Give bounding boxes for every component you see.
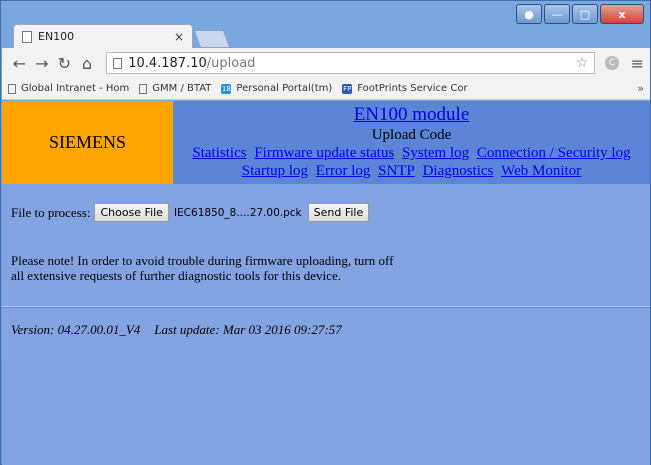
menu-icon[interactable]: ≡ bbox=[631, 54, 644, 73]
tab-title: EN100 bbox=[38, 30, 75, 43]
new-tab-button[interactable] bbox=[193, 30, 231, 48]
bookmark-item[interactable]: 18 Personal Portal(tm) bbox=[221, 83, 332, 94]
link-statistics[interactable]: Statistics bbox=[192, 145, 246, 161]
extension-icon[interactable]: C bbox=[605, 56, 619, 70]
module-title-link[interactable]: EN100 module bbox=[173, 104, 650, 126]
url-path: /upload bbox=[206, 55, 256, 71]
note-line: all extensive requests of further diagno… bbox=[11, 268, 341, 283]
maximize-button[interactable]: □ bbox=[572, 4, 598, 24]
version-info: Version: 04.27.00.01_V4 Last update: Mar … bbox=[2, 322, 650, 338]
footprints-icon: FP bbox=[342, 83, 353, 94]
bookmark-label: Global Intranet - Hom bbox=[21, 83, 130, 94]
window-controls: ● — □ x bbox=[516, 4, 644, 24]
nav-links-row2: Startup log Error log SNTP Diagnostics W… bbox=[173, 162, 650, 180]
home-icon[interactable]: ⌂ bbox=[76, 54, 99, 73]
page-content: SIEMENS EN100 module Upload Code Statist… bbox=[2, 101, 650, 465]
file-label: File to process: bbox=[11, 204, 91, 220]
close-window-button[interactable]: x bbox=[600, 4, 644, 24]
minimize-button[interactable]: — bbox=[544, 4, 570, 24]
bookmarks-overflow-icon[interactable]: » bbox=[637, 82, 644, 95]
bookmark-item[interactable]: Global Intranet - Hom bbox=[8, 83, 129, 94]
page-icon bbox=[22, 30, 32, 43]
selected-file-name: IEC61850_8....27.00.pck bbox=[173, 206, 302, 219]
note-line: Please note! In order to avoid trouble d… bbox=[11, 253, 394, 268]
link-sntp[interactable]: SNTP bbox=[378, 163, 415, 179]
link-connection-security-log[interactable]: Connection / Security log bbox=[477, 145, 631, 161]
bookmark-label: FootPrints Service Cor bbox=[357, 83, 468, 94]
siemens-logo: SIEMENS bbox=[2, 101, 173, 184]
link-startup-log[interactable]: Startup log bbox=[242, 163, 308, 179]
last-update-text: Last update: Mar 03 2016 09:27:57 bbox=[154, 322, 342, 337]
bookmark-item[interactable]: FP FootPrints Service Cor bbox=[342, 83, 468, 94]
close-tab-icon[interactable]: × bbox=[174, 30, 184, 44]
browser-window: ● — □ x EN100 × ← → ↻ ⌂ 10.4.187.10/uplo… bbox=[0, 0, 651, 465]
link-error-log[interactable]: Error log bbox=[316, 163, 371, 179]
bookmark-label: Personal Portal(tm) bbox=[236, 83, 333, 94]
nav-links-row1: Statistics Firmware update status System… bbox=[173, 144, 650, 162]
link-web-monitor[interactable]: Web Monitor bbox=[501, 163, 581, 179]
forward-icon[interactable]: → bbox=[31, 54, 54, 73]
link-firmware-update-status[interactable]: Firmware update status bbox=[254, 145, 394, 161]
reload-icon[interactable]: ↻ bbox=[53, 54, 76, 73]
page-subtitle: Upload Code bbox=[371, 127, 452, 143]
version-text: Version: 04.27.00.01_V4 bbox=[11, 322, 141, 337]
page-icon bbox=[113, 57, 123, 69]
url-host: 10.4.187.10 bbox=[128, 55, 207, 71]
warning-note: Please note! In order to avoid trouble d… bbox=[2, 253, 472, 283]
browser-toolbar: ← → ↻ ⌂ 10.4.187.10/upload ☆ C ≡ bbox=[2, 48, 650, 78]
page-header: SIEMENS EN100 module Upload Code Statist… bbox=[2, 101, 650, 184]
bookmark-label: GMM / BTAT bbox=[152, 83, 212, 94]
user-icon[interactable]: ● bbox=[516, 4, 542, 24]
bookmark-item[interactable]: GMM / BTAT bbox=[139, 83, 211, 94]
divider bbox=[2, 306, 650, 308]
portal-icon: 18 bbox=[221, 83, 232, 94]
link-system-log[interactable]: System log bbox=[402, 145, 469, 161]
bookmarks-bar: Global Intranet - Hom GMM / BTAT 18 Pers… bbox=[2, 78, 650, 100]
page-icon bbox=[139, 83, 148, 94]
send-file-button[interactable]: Send File bbox=[307, 203, 370, 222]
choose-file-button[interactable]: Choose File bbox=[94, 203, 169, 222]
back-icon[interactable]: ← bbox=[8, 54, 31, 73]
browser-tab[interactable]: EN100 × bbox=[13, 24, 193, 48]
page-icon bbox=[8, 83, 16, 94]
header-nav: EN100 module Upload Code Statistics Firm… bbox=[173, 101, 650, 184]
bookmark-star-icon[interactable]: ☆ bbox=[576, 55, 589, 71]
address-bar[interactable]: 10.4.187.10/upload ☆ bbox=[106, 52, 596, 74]
upload-form: File to process: Choose File IEC61850_8.… bbox=[2, 203, 650, 222]
link-diagnostics[interactable]: Diagnostics bbox=[423, 163, 494, 179]
